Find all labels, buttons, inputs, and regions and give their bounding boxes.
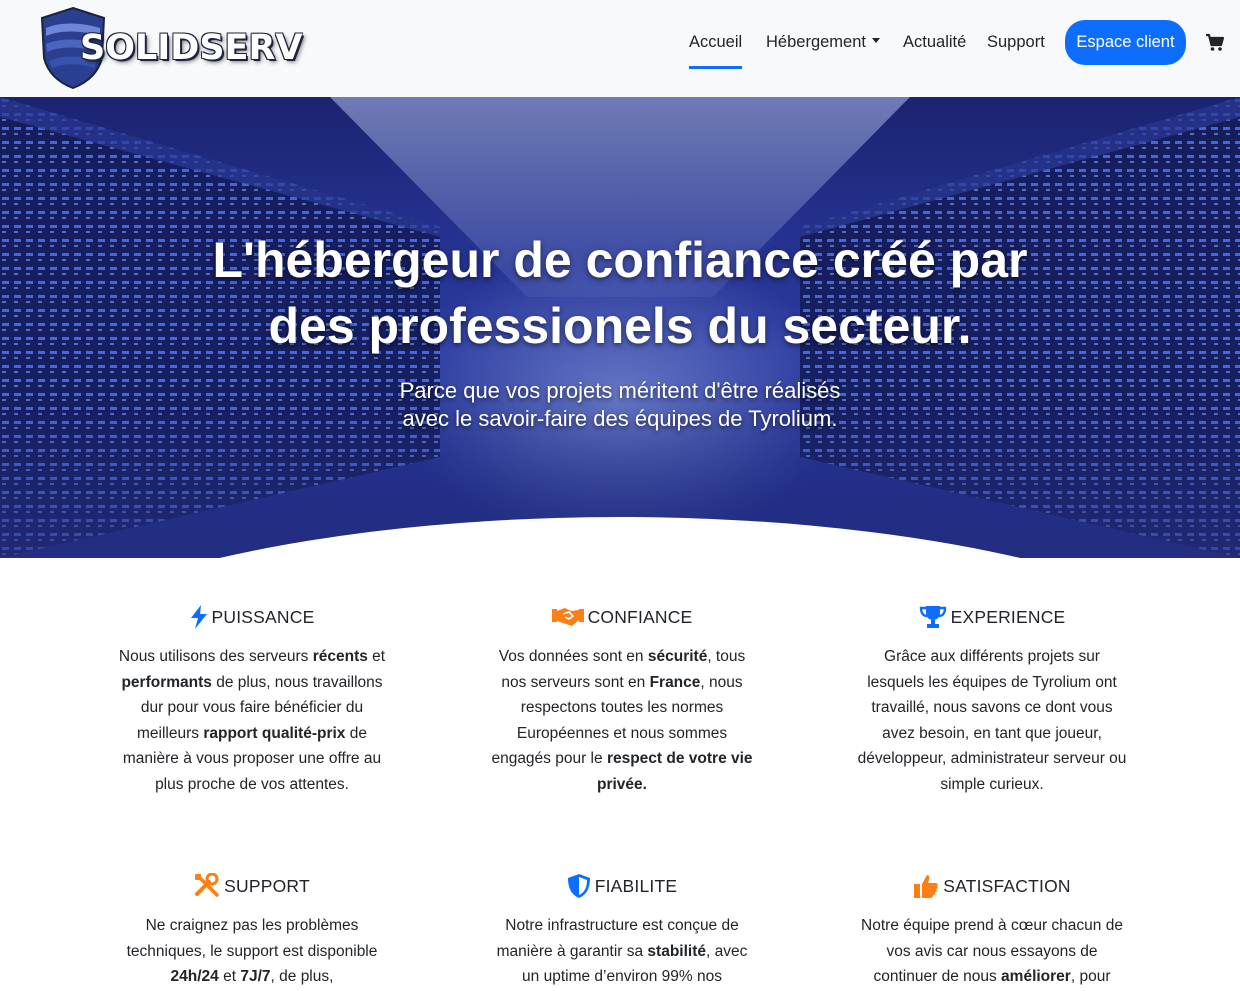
feature-title: FIABILITE [594,875,678,896]
bolt-icon [190,605,207,629]
espace-client-button[interactable]: Espace client [1065,20,1186,65]
feature-highlight: améliorer [1001,968,1071,986]
feature-fiabilite: FIABILITE Notre infrastructure est conçu… [487,873,757,990]
feature-header: SATISFACTION [857,873,1127,899]
feature-highlight: France [649,673,701,691]
feature-experience: EXPERIENCE Grâce aux différents projets … [857,604,1127,798]
feature-description: Notre infrastructure est conçue de maniè… [496,917,748,986]
hero-title-line2: des professionels du secteur. [268,298,972,354]
feature-header: FIABILITE [487,873,757,899]
hero-banner: L'hébergeur de confiance créé par des pr… [0,97,1240,558]
nav-item-hebergement[interactable]: Hébergement [766,31,880,53]
nav-item-support[interactable]: Support [987,31,1045,53]
navbar: SOLIDSERV Accueil Hébergement Actualité … [0,0,1240,97]
feature-description: Nous utilisons des serveurs récents et p… [118,648,386,793]
feature-highlight: sécurité [647,648,708,665]
feature-highlight: performants [121,673,212,691]
feature-puissance: PUISSANCE Nous utilisons des serveurs ré… [117,604,387,798]
feature-description: Notre équipe prend à cœur chacun de vos … [861,917,1123,986]
feature-satisfaction: SATISFACTION Notre équipe prend à cœur c… [857,873,1127,990]
feature-support: SUPPORT Ne craignez pas les problèmes te… [117,873,387,990]
feature-header: EXPERIENCE [857,604,1127,630]
feature-header: SUPPORT [117,873,387,899]
nav-item-accueil[interactable]: Accueil [689,31,743,69]
hero-subtitle-line1: Parce que vos projets méritent d'être ré… [399,378,841,403]
feature-title: SUPPORT [224,875,310,896]
thumbs-up-icon [914,875,938,898]
feature-header: PUISSANCE [117,604,387,630]
feature-highlight: récents [312,648,368,665]
feature-description: Vos données sont en sécurité, tous nos s… [491,648,753,793]
feature-title: PUISSANCE [211,606,315,627]
feature-header: CONFIANCE [487,604,757,630]
feature-confiance: CONFIANCE Vos données sont en sécurité, … [487,604,757,798]
hero-subtitle-line2: avec le savoir-faire des équipes de Tyro… [402,406,838,431]
feature-highlight: 24h/24 [170,968,219,986]
hero-title-line1: L'hébergeur de confiance créé par [212,232,1028,288]
tools-icon [195,873,219,897]
feature-highlight: stabilité [647,942,706,960]
hero-subtitle: Parce que vos projets méritent d'être ré… [220,377,1020,433]
shield-icon [567,874,590,898]
nav-item-actualite[interactable]: Actualité [903,31,966,53]
feature-description: Ne craignez pas les problèmes techniques… [126,917,378,986]
feature-highlight: rapport qualité-prix [203,724,346,742]
shopping-cart-icon[interactable] [1205,33,1225,53]
nav-item-hebergement-label: Hébergement [766,33,866,51]
feature-description: Grâce aux différents projets sur lesquel… [857,648,1127,793]
feature-title: CONFIANCE [587,606,693,627]
trophy-icon [919,606,946,628]
brand-logo[interactable]: SOLIDSERV [40,6,303,90]
hero-title: L'hébergeur de confiance créé par des pr… [120,227,1120,359]
handshake-icon [551,608,584,626]
feature-title: SATISFACTION [943,875,1071,896]
feature-title: EXPERIENCE [950,606,1066,627]
caret-down-icon [871,38,880,44]
feature-highlight: 7J/7 [240,968,271,986]
feature-highlight: respect de votre vie privée. [597,750,753,793]
brand-name: SOLIDSERV [80,28,303,68]
